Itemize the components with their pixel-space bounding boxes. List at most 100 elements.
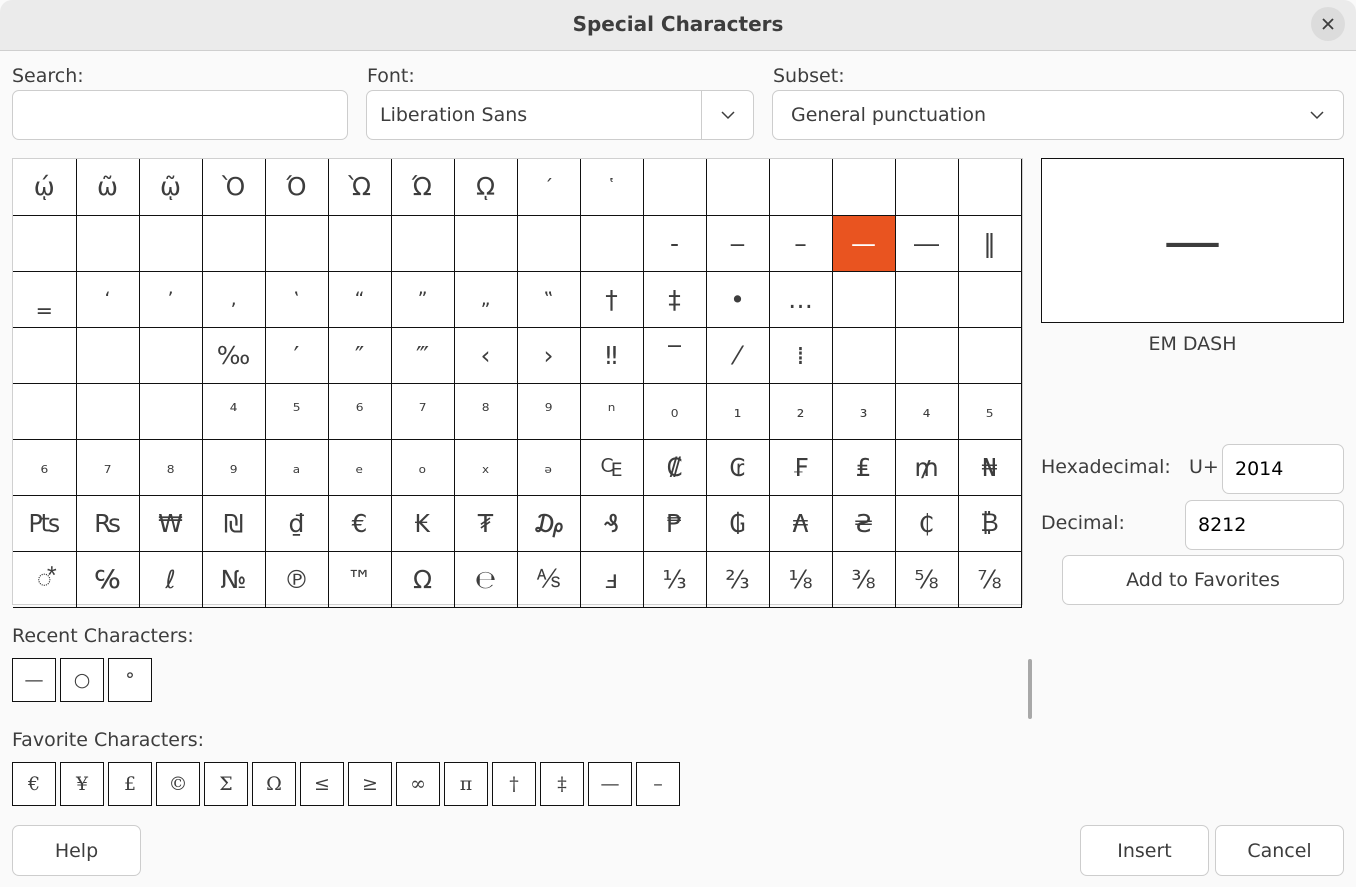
- character-cell[interactable]: ₯: [516, 494, 581, 552]
- character-cell[interactable]: ‖: [957, 214, 1022, 272]
- character-cell[interactable]: ₴: [831, 494, 896, 552]
- character-cell[interactable]: ⁴: [201, 382, 266, 440]
- character-cell[interactable]: ″: [327, 326, 392, 384]
- character-cell[interactable]: ™: [327, 550, 392, 608]
- character-cell[interactable]: †: [579, 270, 644, 328]
- character-cell[interactable]: …: [768, 270, 833, 328]
- search-input[interactable]: [12, 90, 348, 140]
- character-cell[interactable]: ῾: [579, 159, 644, 216]
- favorite-character-cell[interactable]: ‡: [540, 762, 584, 806]
- character-cell[interactable]: ℗: [264, 550, 329, 608]
- character-cell[interactable]: ₡: [642, 438, 707, 496]
- character-cell[interactable]: [75, 382, 140, 440]
- favorite-character-cell[interactable]: †: [492, 762, 536, 806]
- character-cell[interactable]: ⁵: [264, 382, 329, 440]
- character-cell[interactable]: [957, 270, 1022, 328]
- character-cell[interactable]: ₔ: [516, 438, 581, 496]
- character-cell[interactable]: ₤: [831, 438, 896, 496]
- character-cell[interactable]: [894, 159, 959, 216]
- character-cell[interactable]: ₒ: [390, 438, 455, 496]
- character-cell[interactable]: [516, 214, 581, 272]
- character-cell[interactable]: ₩: [138, 494, 203, 552]
- character-cell[interactable]: [579, 214, 644, 272]
- add-to-favorites-button[interactable]: Add to Favorites: [1062, 555, 1344, 605]
- character-cell[interactable]: ℓ: [138, 550, 203, 608]
- grid-scrollbar[interactable]: [1028, 659, 1032, 719]
- character-cell[interactable]: ₓ: [453, 438, 518, 496]
- favorite-character-cell[interactable]: –: [636, 762, 680, 806]
- character-cell[interactable]: ‰: [201, 326, 266, 384]
- character-cell[interactable]: “: [327, 270, 392, 328]
- character-cell[interactable]: ‚: [201, 270, 266, 328]
- favorite-character-cell[interactable]: ≤: [300, 762, 344, 806]
- character-cell[interactable]: ⁶: [327, 382, 392, 440]
- character-cell[interactable]: ⅞: [957, 550, 1022, 608]
- character-cell[interactable]: ―: [894, 214, 959, 272]
- character-cell[interactable]: ₁: [705, 382, 770, 440]
- character-cell[interactable]: [642, 159, 707, 216]
- character-grid[interactable]: ῴ ῶ ῷ Ὸ Ό Ὼ Ώ ῼ ´ ῾ ‑ ‒ – — ― ‖ ‗ ‘’ ‚ ‛ “” „ ‟ † ‡ •… ‰ ′ ″ ‴ ‹ › ‼ ‾ ⁄ ⁞ ⁴…: [12, 158, 1032, 719]
- character-cell[interactable]: ₿: [957, 494, 1022, 552]
- character-cell[interactable]: ₇: [75, 438, 140, 496]
- character-cell[interactable]: ⁸: [453, 382, 518, 440]
- character-cell[interactable]: [390, 214, 455, 272]
- character-cell[interactable]: ₱: [642, 494, 707, 552]
- character-cell[interactable]: [75, 326, 140, 384]
- character-cell[interactable]: ₃: [831, 382, 896, 440]
- character-cell[interactable]: ⁹: [516, 382, 581, 440]
- character-cell[interactable]: [13, 382, 77, 440]
- character-cell[interactable]: ⁞: [768, 326, 833, 384]
- character-cell[interactable]: [957, 159, 1022, 216]
- character-cell[interactable]: ‑: [642, 214, 707, 272]
- font-combobox[interactable]: Liberation Sans: [366, 90, 754, 140]
- character-cell[interactable]: [138, 382, 203, 440]
- character-cell[interactable]: ₳: [768, 494, 833, 552]
- character-cell[interactable]: [264, 214, 329, 272]
- character-cell[interactable]: ⁄: [705, 326, 770, 384]
- character-cell[interactable]: ⅛: [768, 550, 833, 608]
- character-cell[interactable]: ⅍: [516, 550, 581, 608]
- character-cell[interactable]: Ὸ: [201, 159, 266, 216]
- character-cell[interactable]: ‹: [453, 326, 518, 384]
- character-cell-selected[interactable]: —: [831, 214, 896, 272]
- favorite-character-cell[interactable]: —: [588, 762, 632, 806]
- character-cell[interactable]: ₢: [705, 438, 770, 496]
- character-cell[interactable]: ”: [390, 270, 455, 328]
- character-cell[interactable]: ⅝: [894, 550, 959, 608]
- character-cell[interactable]: ’: [138, 270, 203, 328]
- character-cell[interactable]: ₣: [768, 438, 833, 496]
- character-cell[interactable]: ₉: [201, 438, 266, 496]
- character-cell[interactable]: [831, 326, 896, 384]
- character-cell[interactable]: [768, 159, 833, 216]
- character-cell[interactable]: ῷ: [138, 159, 203, 216]
- character-cell[interactable]: ›: [516, 326, 581, 384]
- character-cell[interactable]: ´: [516, 159, 581, 216]
- character-cell[interactable]: [705, 159, 770, 216]
- character-cell[interactable]: ‡: [642, 270, 707, 328]
- favorite-character-cell[interactable]: ¥: [60, 762, 104, 806]
- character-cell[interactable]: ‼: [579, 326, 644, 384]
- character-cell[interactable]: ‘: [75, 270, 140, 328]
- character-cell[interactable]: [327, 214, 392, 272]
- favorite-character-cell[interactable]: ∞: [396, 762, 440, 806]
- character-cell[interactable]: [453, 214, 518, 272]
- character-cell[interactable]: ‾: [642, 326, 707, 384]
- character-cell[interactable]: ⁿ: [579, 382, 644, 440]
- favorite-character-cell[interactable]: ≥: [348, 762, 392, 806]
- character-cell[interactable]: ⅔: [705, 550, 770, 608]
- decimal-input[interactable]: 8212: [1185, 500, 1344, 550]
- font-value[interactable]: Liberation Sans: [367, 104, 701, 126]
- favorite-character-cell[interactable]: €: [12, 762, 56, 806]
- character-cell[interactable]: ῴ: [13, 159, 77, 216]
- character-cell[interactable]: ⁷: [390, 382, 455, 440]
- character-cell[interactable]: ‟: [516, 270, 581, 328]
- character-cell[interactable]: ₪: [201, 494, 266, 552]
- character-cell[interactable]: ‛: [264, 270, 329, 328]
- character-cell[interactable]: •: [705, 270, 770, 328]
- character-cell[interactable]: [13, 214, 77, 272]
- character-cell[interactable]: ‒: [705, 214, 770, 272]
- character-cell[interactable]: ₮: [453, 494, 518, 552]
- character-cell[interactable]: ῼ: [453, 159, 518, 216]
- recent-character-cell[interactable]: —: [12, 658, 56, 702]
- character-cell[interactable]: ◌⃰: [13, 550, 77, 608]
